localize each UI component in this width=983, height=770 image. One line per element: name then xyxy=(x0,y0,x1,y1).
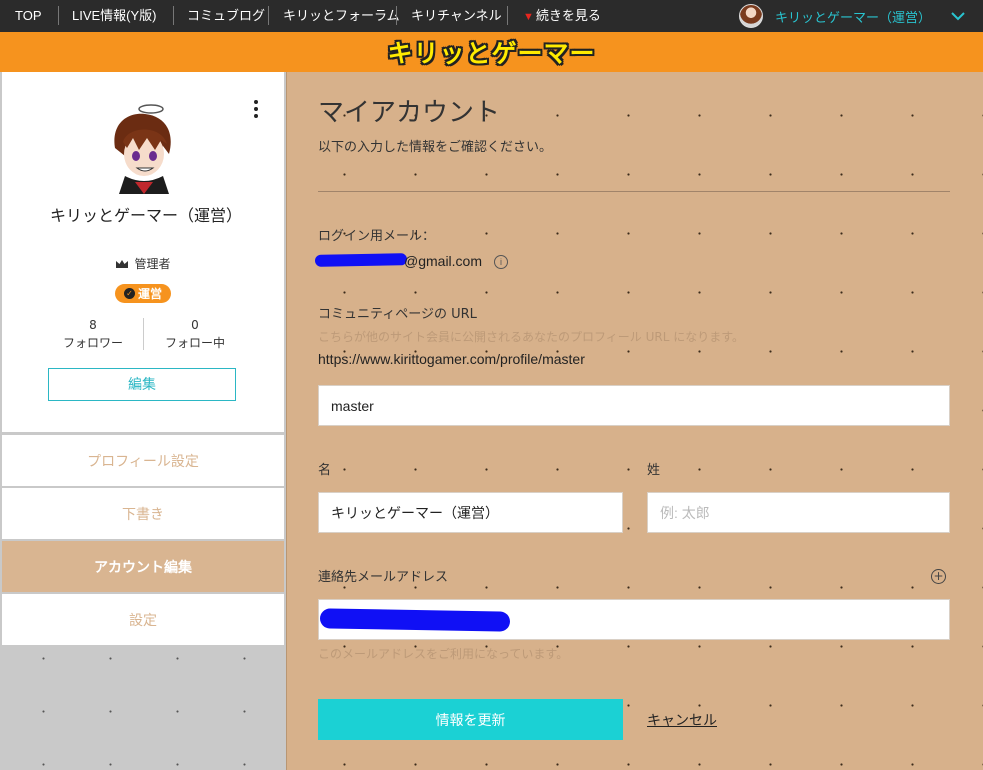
user-avatar xyxy=(738,4,763,28)
followers-stat[interactable]: 8 フォロワー xyxy=(43,316,143,352)
profile-card: キリッとゲーマー（運営） 管理者 ✓ 運営 8 フォロワー 0 フォロー中 編集 xyxy=(2,72,284,432)
login-email-label: ログイン用メール： xyxy=(318,229,436,244)
stat-divider xyxy=(143,318,144,350)
nav-separator xyxy=(396,6,397,25)
check-circle-icon: ✓ xyxy=(123,288,135,299)
badge-label: 運営 xyxy=(137,287,162,301)
login-email-domain: @gmail.com xyxy=(404,253,483,269)
last-name-input[interactable] xyxy=(647,492,950,533)
more-options-icon[interactable] xyxy=(254,100,258,121)
sidebar: キリッとゲーマー（運営） 管理者 ✓ 運営 8 フォロワー 0 フォロー中 編集… xyxy=(0,72,286,770)
user-menu[interactable]: キリッとゲーマー（運営） xyxy=(738,0,965,32)
nav-more-label: 続きを見る xyxy=(535,8,601,23)
menu-account-edit[interactable]: アカウント編集 xyxy=(2,541,284,592)
triangle-down-icon: ▼ xyxy=(523,11,534,23)
profile-avatar xyxy=(114,104,171,194)
nav-separator xyxy=(268,6,269,25)
redacted-email-mark xyxy=(314,253,408,267)
followers-label: フォロワー xyxy=(62,336,123,350)
update-info-button[interactable]: 情報を更新 xyxy=(318,699,623,740)
menu-profile-settings[interactable]: プロフィール設定 xyxy=(2,435,284,486)
url-label: コミュニティページの URL xyxy=(318,307,477,322)
divider xyxy=(318,191,950,192)
profile-slug-input[interactable] xyxy=(318,385,950,426)
edit-profile-button[interactable]: 編集 xyxy=(48,368,236,401)
status-badge: ✓ 運営 xyxy=(115,284,171,303)
contact-email-hint: このメールアドレスをご利用になっています。 xyxy=(318,647,569,661)
cancel-link[interactable]: キャンセル xyxy=(647,710,717,730)
page-title: マイアカウント xyxy=(318,98,501,128)
user-name: キリッとゲーマー（運営） xyxy=(774,9,931,25)
nav-live-info[interactable]: LIVE情報(Y版) xyxy=(72,0,157,32)
nav-forum[interactable]: キリッとフォーラム xyxy=(283,0,400,32)
site-logo[interactable]: キリッとゲーマー xyxy=(387,34,595,70)
crown-icon xyxy=(116,259,129,268)
contact-email-label: 連絡先メールアドレス xyxy=(318,570,449,585)
following-count: 0 xyxy=(191,318,199,332)
menu-drafts[interactable]: 下書き xyxy=(2,488,284,539)
menu-settings[interactable]: 設定 xyxy=(2,594,284,645)
nav-separator xyxy=(507,6,508,25)
page-subtitle: 以下の入力した情報をご確認ください。 xyxy=(318,140,553,155)
profile-role: 管理者 xyxy=(2,255,284,272)
login-email-value: @gmail.com i xyxy=(404,253,509,269)
site-banner: キリッとゲーマー xyxy=(0,32,983,72)
following-stat[interactable]: 0 フォロー中 xyxy=(145,316,245,352)
nav-community-blog[interactable]: コミュブログ xyxy=(187,0,265,32)
following-label: フォロー中 xyxy=(164,336,225,350)
chevron-down-icon xyxy=(951,11,965,20)
info-icon[interactable]: i xyxy=(494,255,509,269)
nav-top[interactable]: TOP xyxy=(15,0,42,32)
top-nav: TOP LIVE情報(Y版) コミュブログ キリッとフォーラム キリチャンネル … xyxy=(0,0,983,32)
nav-more[interactable]: ▼ 続きを見る xyxy=(523,0,601,32)
last-name-label: 姓 xyxy=(647,463,661,478)
profile-name: キリッとゲーマー（運営） xyxy=(50,206,243,225)
nav-separator xyxy=(58,6,59,25)
nav-channel[interactable]: キリチャンネル xyxy=(411,0,502,32)
followers-count: 8 xyxy=(89,318,97,332)
first-name-input[interactable] xyxy=(318,492,623,533)
redacted-contact-email-mark xyxy=(319,608,511,632)
role-label: 管理者 xyxy=(134,257,171,271)
nav-separator xyxy=(173,6,174,25)
first-name-label: 名 xyxy=(318,463,332,478)
account-panel: マイアカウント 以下の入力した情報をご確認ください。 ログイン用メール： @gm… xyxy=(286,72,983,770)
profile-url: https://www.kirittogamer.com/profile/mas… xyxy=(318,351,585,367)
add-circle-icon[interactable]: + xyxy=(931,569,946,584)
url-hint: こちらが他のサイト会員に公開されるあなたのプロフィール URL になります。 xyxy=(318,330,744,344)
